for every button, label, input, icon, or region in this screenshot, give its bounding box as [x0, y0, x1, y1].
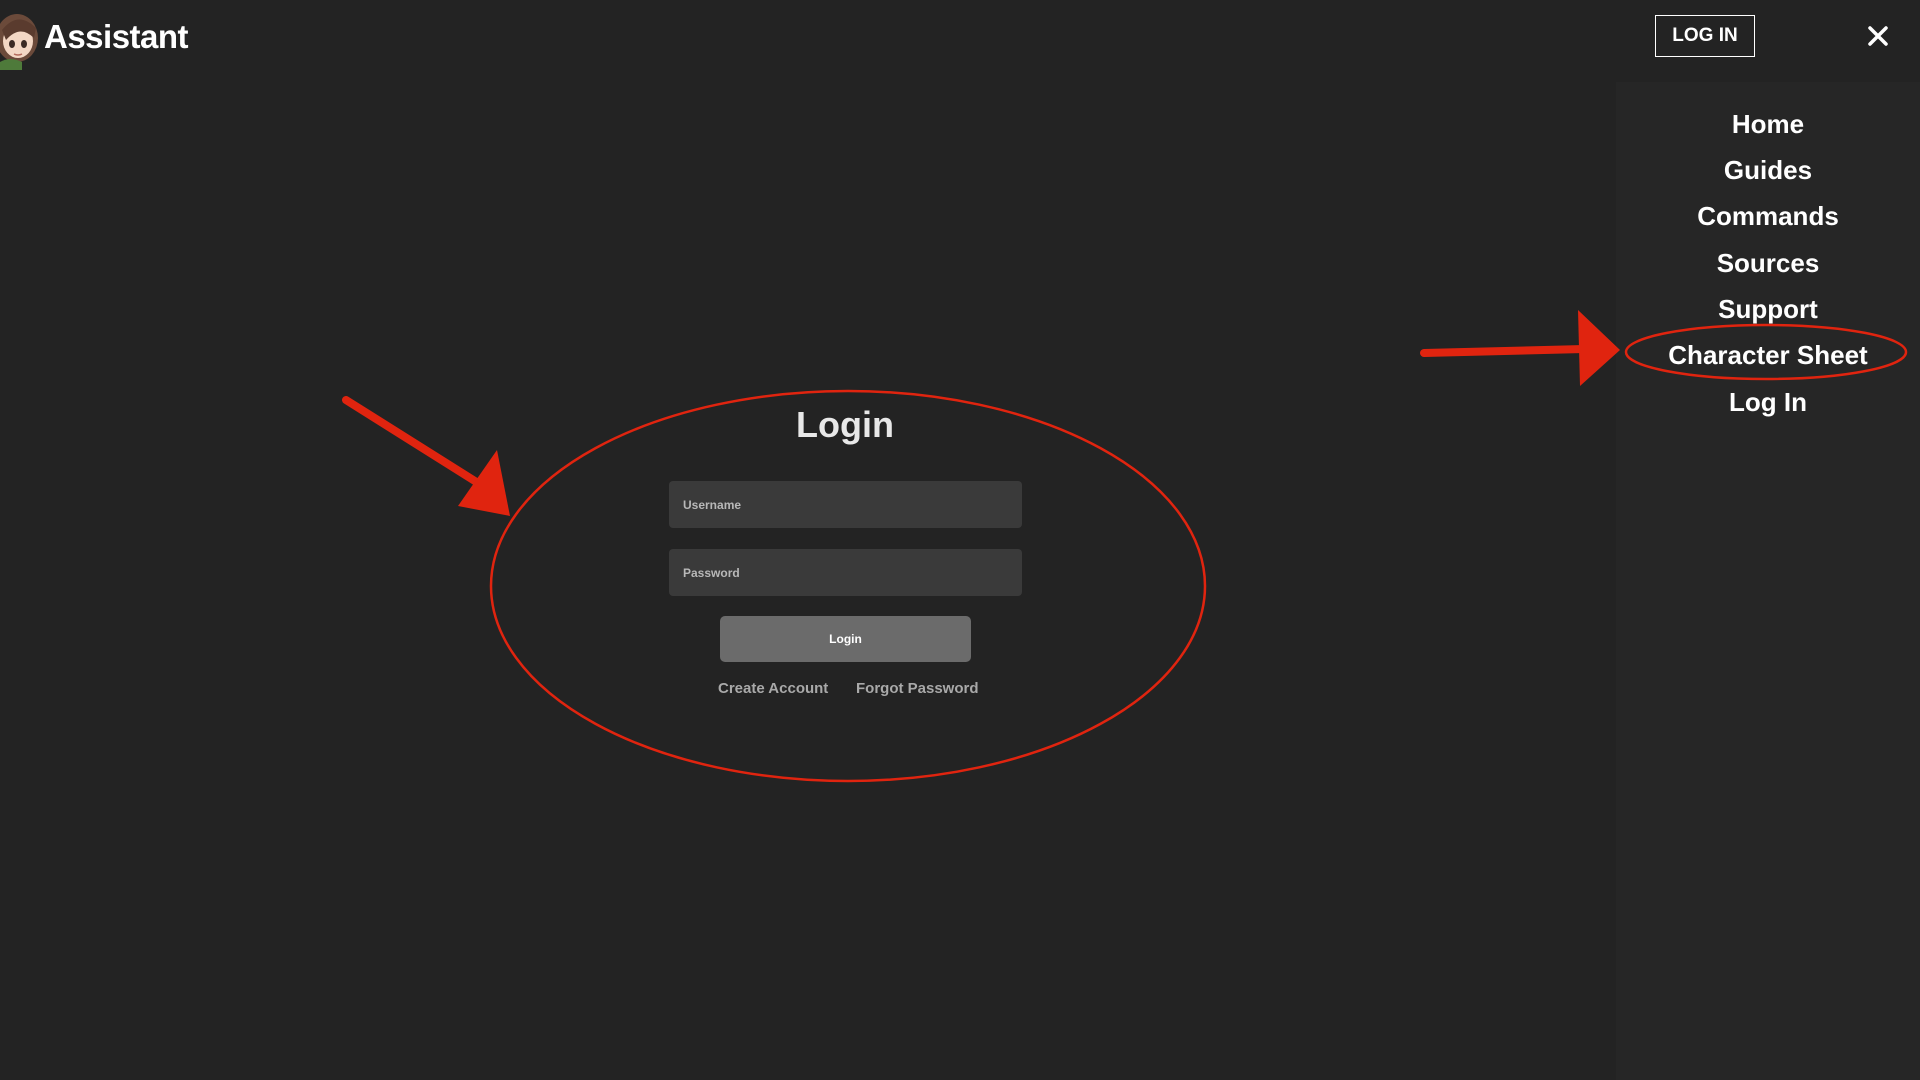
side-menu: Home Guides Commands Sources Support Cha…	[1616, 82, 1920, 1080]
login-submit-button[interactable]: Login	[720, 616, 971, 662]
password-input[interactable]	[669, 549, 1022, 596]
sidebar-item-home[interactable]: Home	[1616, 107, 1920, 141]
sidebar-item-guides[interactable]: Guides	[1616, 153, 1920, 187]
sidebar-item-commands[interactable]: Commands	[1616, 199, 1920, 233]
brand[interactable]: Assistant	[0, 2, 189, 72]
header-login-button[interactable]: LOG IN	[1655, 15, 1755, 57]
login-title: Login	[796, 404, 894, 445]
brand-title: Assistant	[44, 18, 189, 55]
login-arrow-head	[458, 450, 510, 516]
login-arrow-shaft	[342, 396, 482, 487]
sidebar-item-log-in[interactable]: Log In	[1616, 385, 1920, 419]
page: Assistant LOG IN Home Guides Commands So…	[0, 0, 1920, 1080]
character-sheet-arrow-head	[1578, 310, 1620, 386]
sidebar-item-sources[interactable]: Sources	[1616, 246, 1920, 280]
character-sheet-arrow-shaft	[1420, 345, 1588, 357]
create-account-link[interactable]: Create Account	[718, 680, 828, 697]
forgot-password-link[interactable]: Forgot Password	[856, 680, 979, 697]
username-input[interactable]	[669, 481, 1022, 528]
close-icon[interactable]	[1862, 20, 1894, 52]
sidebar-item-character-sheet[interactable]: Character Sheet	[1616, 338, 1920, 372]
sidebar-item-support[interactable]: Support	[1616, 292, 1920, 326]
avatar	[0, 4, 40, 70]
